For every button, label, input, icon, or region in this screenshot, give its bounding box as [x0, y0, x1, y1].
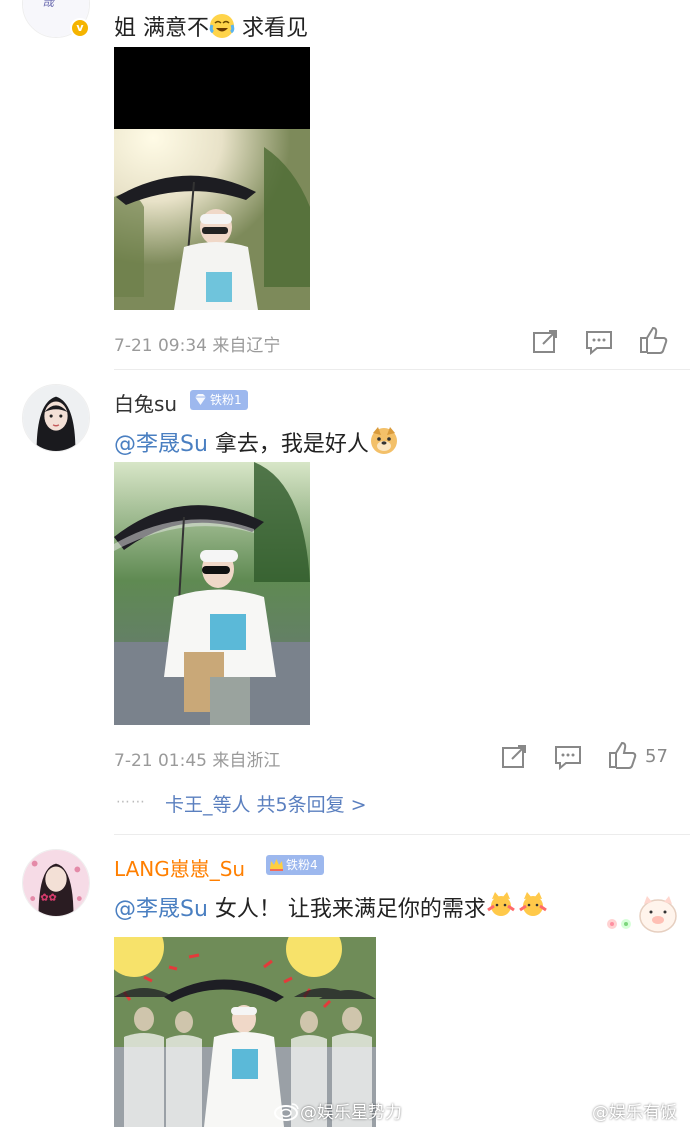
- weibo-logo-icon: [566, 1101, 592, 1126]
- comment-text-part: 女人！ 让我来满足你的需求: [207, 897, 486, 922]
- pig-sticker-icon: [604, 890, 680, 936]
- share-icon[interactable]: [530, 328, 560, 356]
- fan-level-badge: 铁粉1: [190, 390, 248, 410]
- weibo-logo-icon: [274, 1101, 300, 1126]
- comment-text-part: 求看见: [235, 16, 308, 41]
- comment-text: @李晟Su 女人！ 让我来满足你的需求: [114, 890, 550, 926]
- diamond-icon: [195, 394, 206, 405]
- mention-link[interactable]: @李晟Su: [114, 432, 208, 457]
- comment-text: @李晟Su 拿去，我是好人: [114, 425, 399, 461]
- weibo-comment-list: 哉 v 姐 满意不 求看见 7-21 09:34 来自辽宁 白兔su 铁粉1 @…: [0, 0, 690, 1127]
- fan-level-label: 铁粉1: [210, 393, 242, 407]
- crown-icon: [270, 859, 283, 871]
- comment-icon[interactable]: [553, 743, 583, 771]
- comment-text-part: 拿去，我是好人: [207, 432, 369, 457]
- comment-photo[interactable]: [114, 47, 310, 310]
- view-replies-link[interactable]: 卡王_等人 共5条回复 >: [165, 790, 367, 817]
- share-icon[interactable]: [499, 743, 529, 771]
- commenter-avatar[interactable]: ✿✿: [22, 849, 90, 917]
- like-icon[interactable]: [607, 741, 637, 769]
- divider: [114, 369, 690, 370]
- fan-level-badge: 铁粉4: [266, 855, 324, 875]
- comment-text: 姐 满意不 求看见: [114, 10, 308, 45]
- fan-level-label: 铁粉4: [286, 858, 318, 872]
- commenter-username[interactable]: 白兔su: [114, 388, 177, 417]
- crying-laughing-emoji: [209, 13, 235, 45]
- like-icon[interactable]: [638, 326, 668, 354]
- doge-emoji: [369, 425, 399, 461]
- cat-emoji: [486, 890, 550, 926]
- replies-dots: ⋯⋯: [116, 794, 146, 810]
- divider: [114, 834, 690, 835]
- watermark-text: @娱乐星势力: [300, 1103, 402, 1123]
- comment-photo[interactable]: [114, 462, 310, 725]
- watermark-text: @娱乐有饭: [592, 1103, 677, 1123]
- like-count: 57: [645, 746, 668, 767]
- verified-badge-icon: v: [70, 18, 90, 38]
- watermark-right: @娱乐有饭: [566, 1098, 677, 1126]
- mention-link[interactable]: @李晟Su: [114, 897, 208, 922]
- watermark-left: @娱乐星势力: [274, 1098, 402, 1126]
- comment-time-location: 7-21 01:45 来自浙江: [114, 751, 281, 771]
- commenter-username[interactable]: LANG崽崽_Su: [114, 853, 245, 882]
- comment-text-part: 姐 满意不: [114, 16, 209, 41]
- comment-time-location: 7-21 09:34 来自辽宁: [114, 336, 281, 356]
- svg-text:哉: 哉: [42, 0, 55, 9]
- svg-text:✿✿: ✿✿: [40, 892, 57, 903]
- comment-icon[interactable]: [584, 328, 614, 356]
- commenter-avatar[interactable]: [22, 384, 90, 452]
